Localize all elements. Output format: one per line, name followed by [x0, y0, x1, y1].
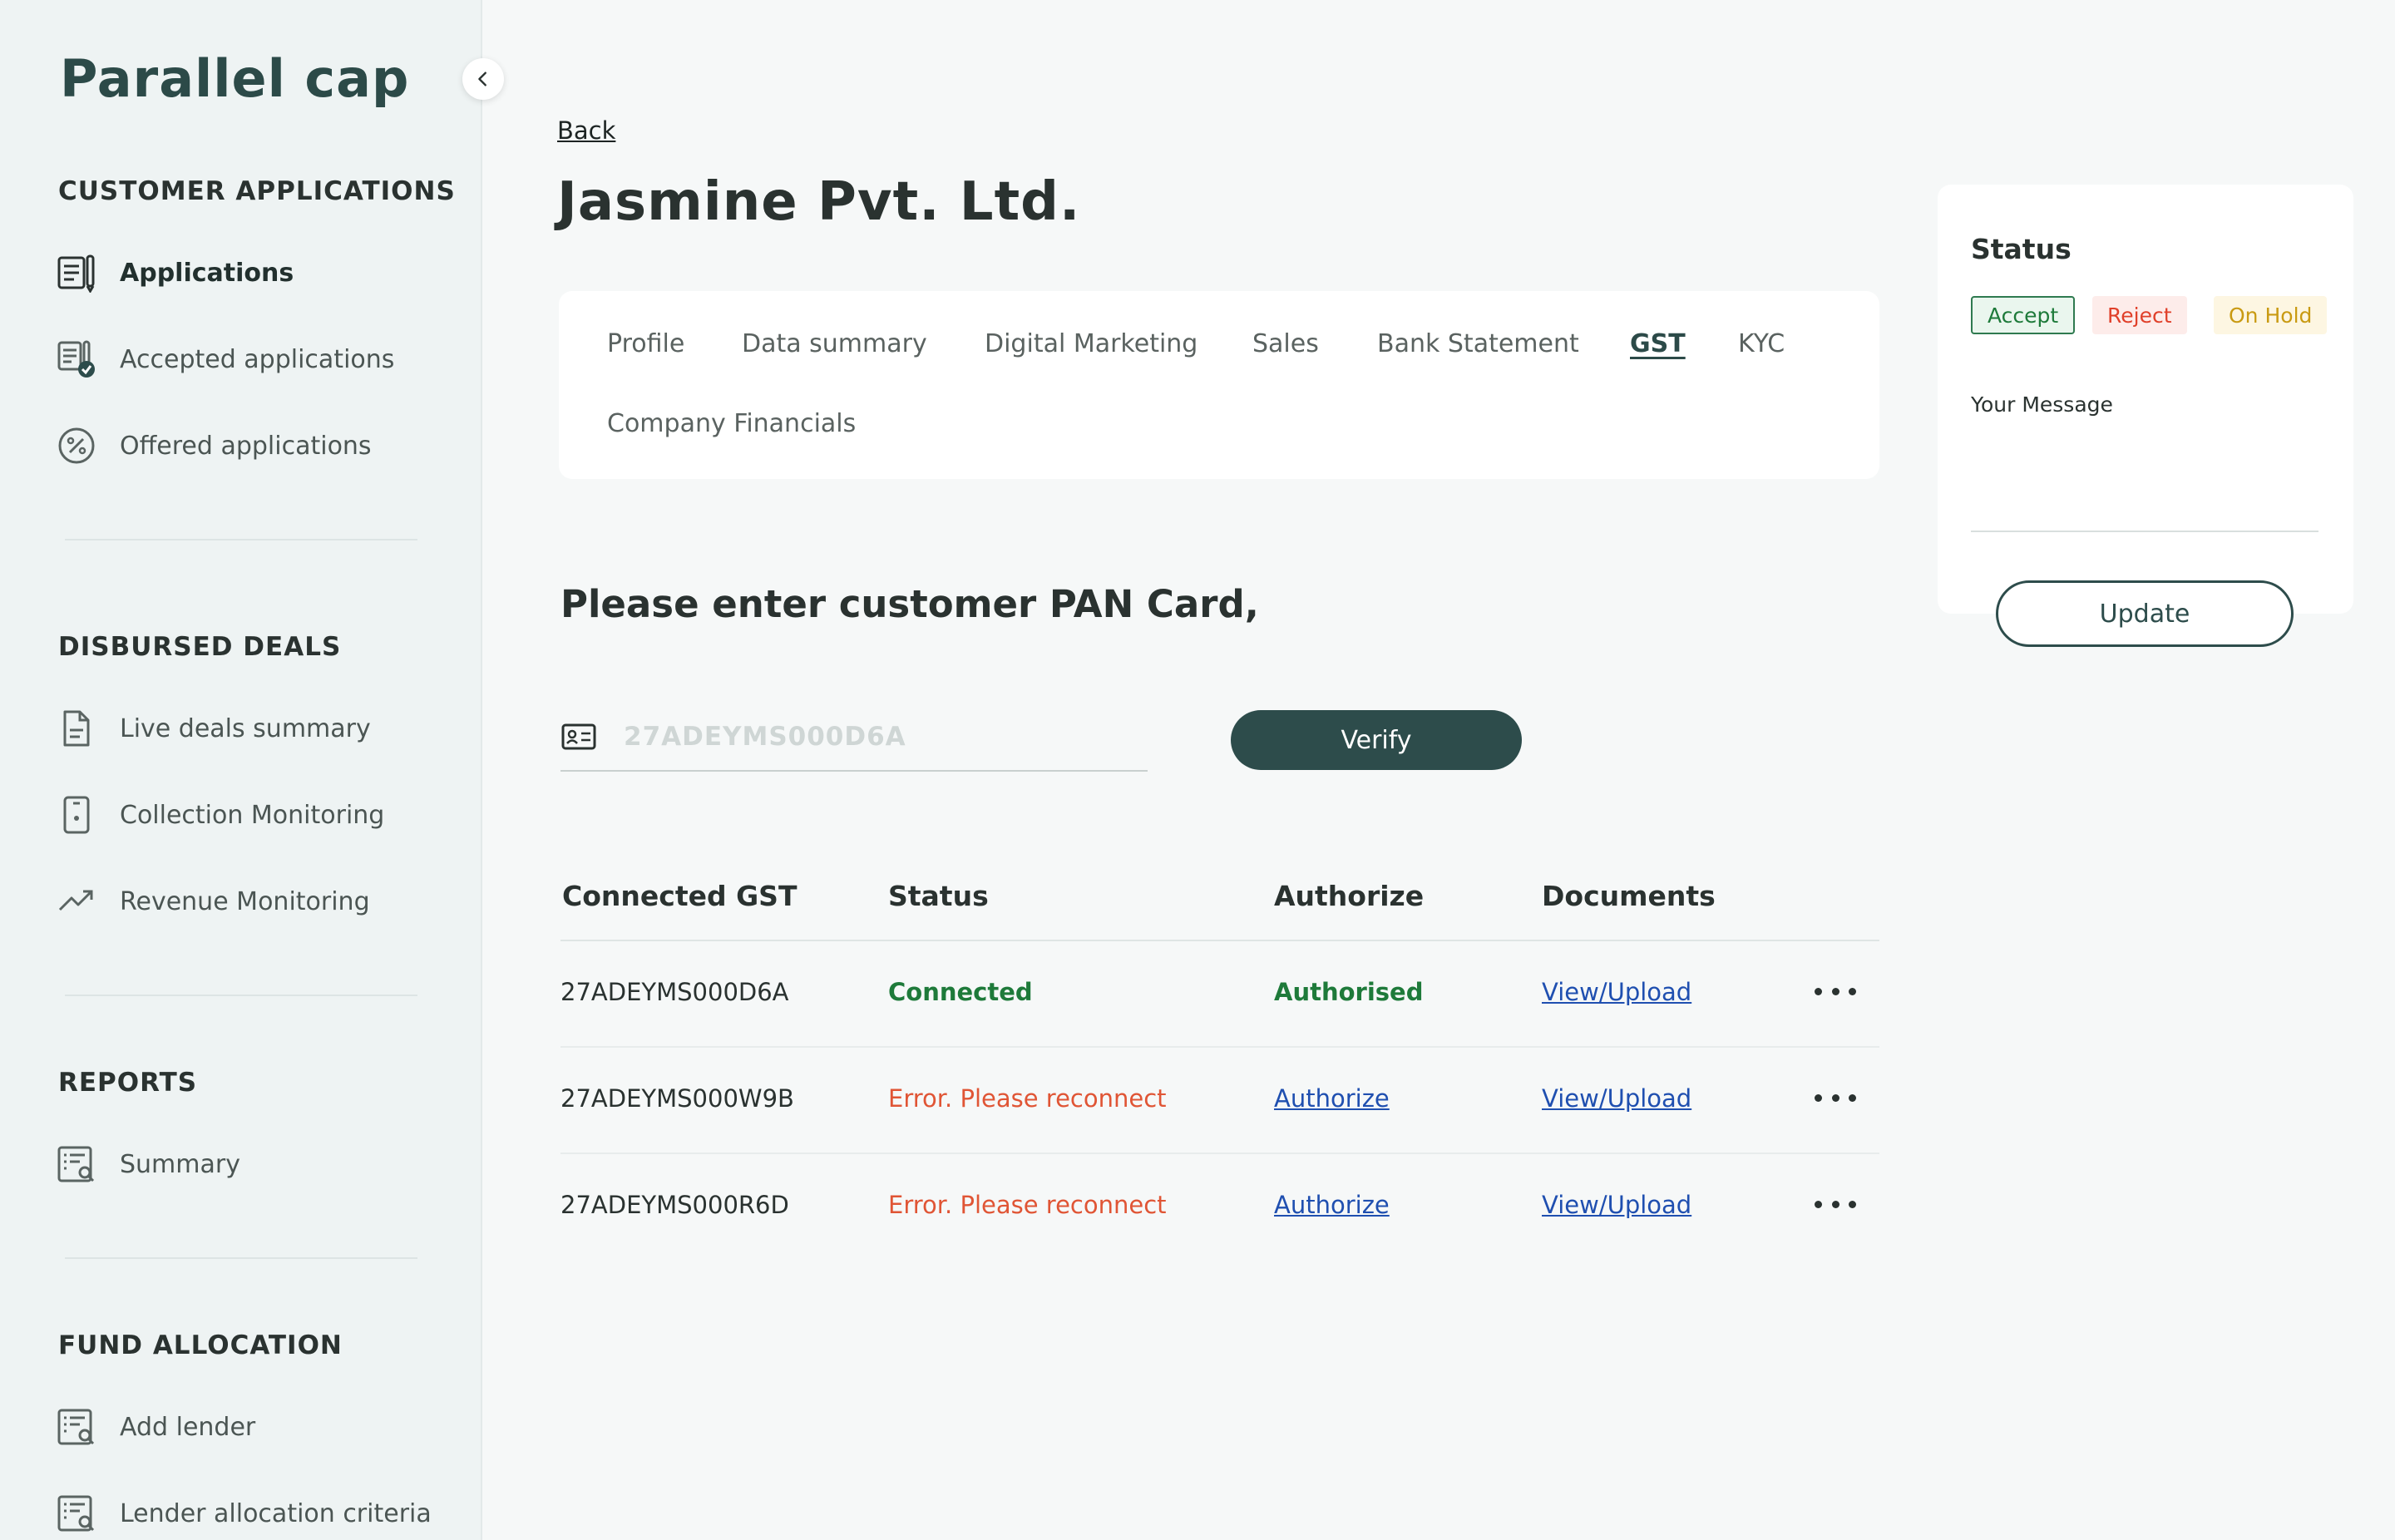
sidebar-item-add-lender[interactable]: Add lender	[57, 1404, 255, 1450]
sidebar-item-label: Applications	[120, 258, 294, 288]
accepted-applications-icon	[57, 339, 96, 379]
sidebar-item-offered-applications[interactable]: Offered applications	[57, 422, 372, 469]
sidebar-item-label: Accepted applications	[120, 344, 395, 374]
status-panel-title: Status	[1971, 233, 2072, 265]
back-link[interactable]: Back	[557, 116, 615, 145]
tab-sales[interactable]: Sales	[1252, 329, 1319, 358]
sidebar-item-label: Lender allocation criteria	[120, 1498, 432, 1528]
sidebar-item-accepted-applications[interactable]: Accepted applications	[57, 336, 394, 383]
column-header-connected-gst: Connected GST	[562, 880, 798, 912]
table-row: 27ADEYMS000W9B Error. Please reconnect A…	[560, 1048, 1879, 1154]
brand-logo-text: Parallel cap	[60, 48, 410, 109]
section-title-disbursed-deals: DISBURSED DEALS	[58, 632, 342, 662]
status-panel: Status Accept Reject On Hold Your Messag…	[1938, 185, 2353, 614]
chevron-left-icon	[478, 72, 486, 86]
trending-up-icon	[57, 881, 96, 921]
sidebar: Parallel cap CUSTOMER APPLICATIONS Appli…	[0, 0, 504, 1540]
connection-status: Error. Please reconnect	[888, 1084, 1167, 1113]
tab-bank-statement[interactable]: Bank Statement	[1377, 329, 1579, 358]
sidebar-divider	[65, 539, 417, 540]
verify-button[interactable]: Verify	[1231, 710, 1522, 770]
sidebar-item-label: Revenue Monitoring	[120, 886, 370, 916]
sidebar-item-label: Add lender	[120, 1412, 256, 1442]
table-header: Connected GST Status Authorize Documents	[560, 863, 1879, 941]
message-label: Your Message	[1971, 392, 2113, 417]
gst-number: 27ADEYMS000W9B	[560, 1084, 794, 1113]
reject-chip[interactable]: Reject	[2092, 296, 2187, 334]
sidebar-item-live-deals-summary[interactable]: Live deals summary	[57, 705, 371, 752]
sidebar-item-label: Collection Monitoring	[120, 800, 385, 830]
tab-gst[interactable]: GST	[1630, 329, 1686, 358]
connection-status: Error. Please reconnect	[888, 1191, 1167, 1219]
sidebar-item-revenue-monitoring[interactable]: Revenue Monitoring	[57, 878, 370, 925]
sidebar-divider	[65, 1257, 417, 1259]
phone-device-icon	[57, 795, 96, 835]
sidebar-item-label: Summary	[120, 1149, 240, 1179]
collapse-sidebar-button[interactable]	[462, 58, 504, 100]
sidebar-item-label: Offered applications	[120, 431, 372, 461]
section-title-customer-applications: CUSTOMER APPLICATIONS	[58, 176, 456, 206]
document-icon	[57, 708, 96, 748]
column-header-status: Status	[888, 880, 989, 912]
tab-kyc[interactable]: KYC	[1738, 329, 1785, 358]
view-upload-link[interactable]: View/Upload	[1542, 978, 1691, 1006]
tab-company-financials[interactable]: Company Financials	[607, 409, 856, 438]
table-row: 27ADEYMS000R6D Error. Please reconnect A…	[560, 1154, 1879, 1261]
column-header-documents: Documents	[1542, 880, 1716, 912]
sidebar-item-summary[interactable]: Summary	[57, 1141, 240, 1187]
accept-chip[interactable]: Accept	[1971, 296, 2076, 334]
table-row: 27ADEYMS000D6A Connected Authorised View…	[560, 941, 1879, 1048]
sidebar-divider	[65, 995, 417, 996]
more-options-icon[interactable]	[1815, 1081, 1856, 1114]
view-upload-link[interactable]: View/Upload	[1542, 1084, 1691, 1113]
sidebar-item-label: Live deals summary	[120, 713, 371, 743]
pan-heading: Please enter customer PAN Card,	[560, 582, 1259, 626]
authorize-link[interactable]: Authorize	[1274, 1191, 1390, 1219]
more-options-icon[interactable]	[1815, 1187, 1856, 1221]
connection-status: Connected	[888, 978, 1033, 1006]
gst-number: 27ADEYMS000R6D	[560, 1191, 789, 1219]
tab-data-summary[interactable]: Data summary	[742, 329, 927, 358]
id-card-icon	[560, 718, 597, 755]
report-search-icon	[57, 1407, 96, 1447]
authorize-status: Authorised	[1274, 978, 1424, 1006]
report-search-icon	[57, 1144, 96, 1184]
applications-icon	[57, 253, 96, 293]
section-title-reports: REPORTS	[58, 1068, 198, 1098]
tab-digital-marketing[interactable]: Digital Marketing	[985, 329, 1198, 358]
authorize-link[interactable]: Authorize	[1274, 1084, 1390, 1113]
percent-badge-icon	[57, 426, 96, 466]
view-upload-link[interactable]: View/Upload	[1542, 1191, 1691, 1219]
update-button[interactable]: Update	[1996, 580, 2294, 647]
message-input[interactable]	[1971, 426, 2318, 532]
section-title-fund-allocation: FUND ALLOCATION	[58, 1330, 343, 1360]
column-header-authorize: Authorize	[1274, 880, 1425, 912]
gst-number: 27ADEYMS000D6A	[560, 978, 789, 1006]
on-hold-chip[interactable]: On Hold	[2214, 296, 2328, 334]
gst-table: Connected GST Status Authorize Documents…	[560, 863, 1879, 1261]
more-options-icon[interactable]	[1815, 975, 1856, 1008]
sidebar-item-collection-monitoring[interactable]: Collection Monitoring	[57, 792, 384, 838]
tabs-bar: Profile Data summary Digital Marketing S…	[559, 291, 1879, 479]
sidebar-item-lender-allocation-criteria[interactable]: Lender allocation criteria	[57, 1490, 432, 1537]
tab-profile[interactable]: Profile	[607, 329, 684, 358]
pan-card-field	[560, 703, 1148, 772]
sidebar-item-applications[interactable]: Applications	[57, 249, 294, 296]
pan-card-input[interactable]	[622, 721, 1121, 753]
page-title: Jasmine Pvt. Ltd.	[557, 171, 1081, 233]
report-search-icon	[57, 1493, 96, 1533]
